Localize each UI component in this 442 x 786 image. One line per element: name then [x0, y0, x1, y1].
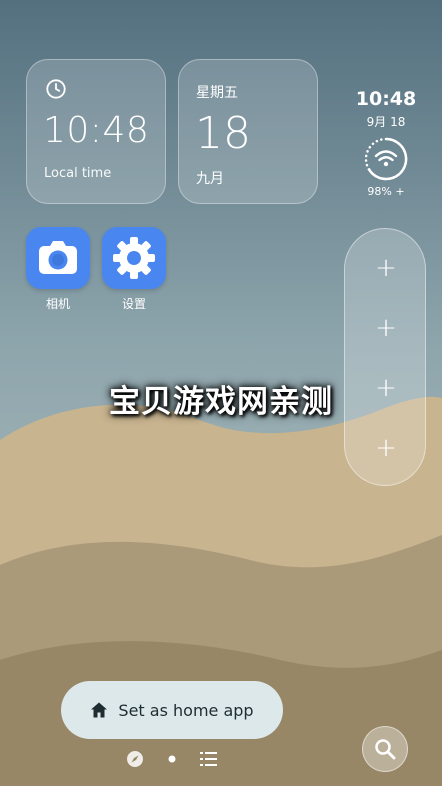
add-shortcut-button[interactable]: +	[345, 313, 427, 343]
camera-icon	[26, 227, 90, 289]
status-time: 10:48	[355, 88, 417, 110]
status-date: 9月 18	[366, 115, 406, 129]
day-number: 18	[195, 108, 251, 159]
set-home-app-label: Set as home app	[118, 700, 254, 720]
wifi-icon	[364, 137, 408, 181]
status-widget: 10:48 9月 18 98% +	[350, 88, 422, 198]
date-widget[interactable]: 星期五 18 九月	[178, 59, 318, 204]
weekday-label: 星期五	[196, 85, 238, 101]
compass-icon[interactable]	[126, 750, 144, 768]
add-shortcut-button[interactable]: +	[345, 433, 427, 463]
clock-widget[interactable]: 10:48 Local time	[26, 59, 166, 204]
app-settings[interactable]: 设置	[102, 227, 166, 312]
app-label: 相机	[45, 297, 70, 311]
shortcut-dock: + + + +	[344, 228, 426, 486]
app-camera[interactable]: 相机	[26, 227, 90, 312]
app-label: 设置	[121, 297, 146, 311]
watermark-text: 宝贝游戏网亲测	[109, 384, 333, 420]
clock-icon	[46, 79, 66, 99]
list-icon[interactable]	[200, 751, 218, 767]
month-label: 九月	[196, 171, 224, 187]
home-icon	[91, 702, 108, 718]
clock-label: Local time	[44, 166, 112, 181]
page-dot-icon[interactable]	[167, 754, 177, 764]
gear-icon	[102, 227, 166, 289]
add-shortcut-button[interactable]: +	[345, 253, 427, 283]
search-icon	[375, 739, 396, 760]
clock-time: 10:48	[43, 110, 150, 151]
search-button[interactable]	[362, 726, 408, 772]
battery-label: 98% +	[367, 185, 405, 198]
set-home-app-button[interactable]: Set as home app	[61, 681, 283, 739]
